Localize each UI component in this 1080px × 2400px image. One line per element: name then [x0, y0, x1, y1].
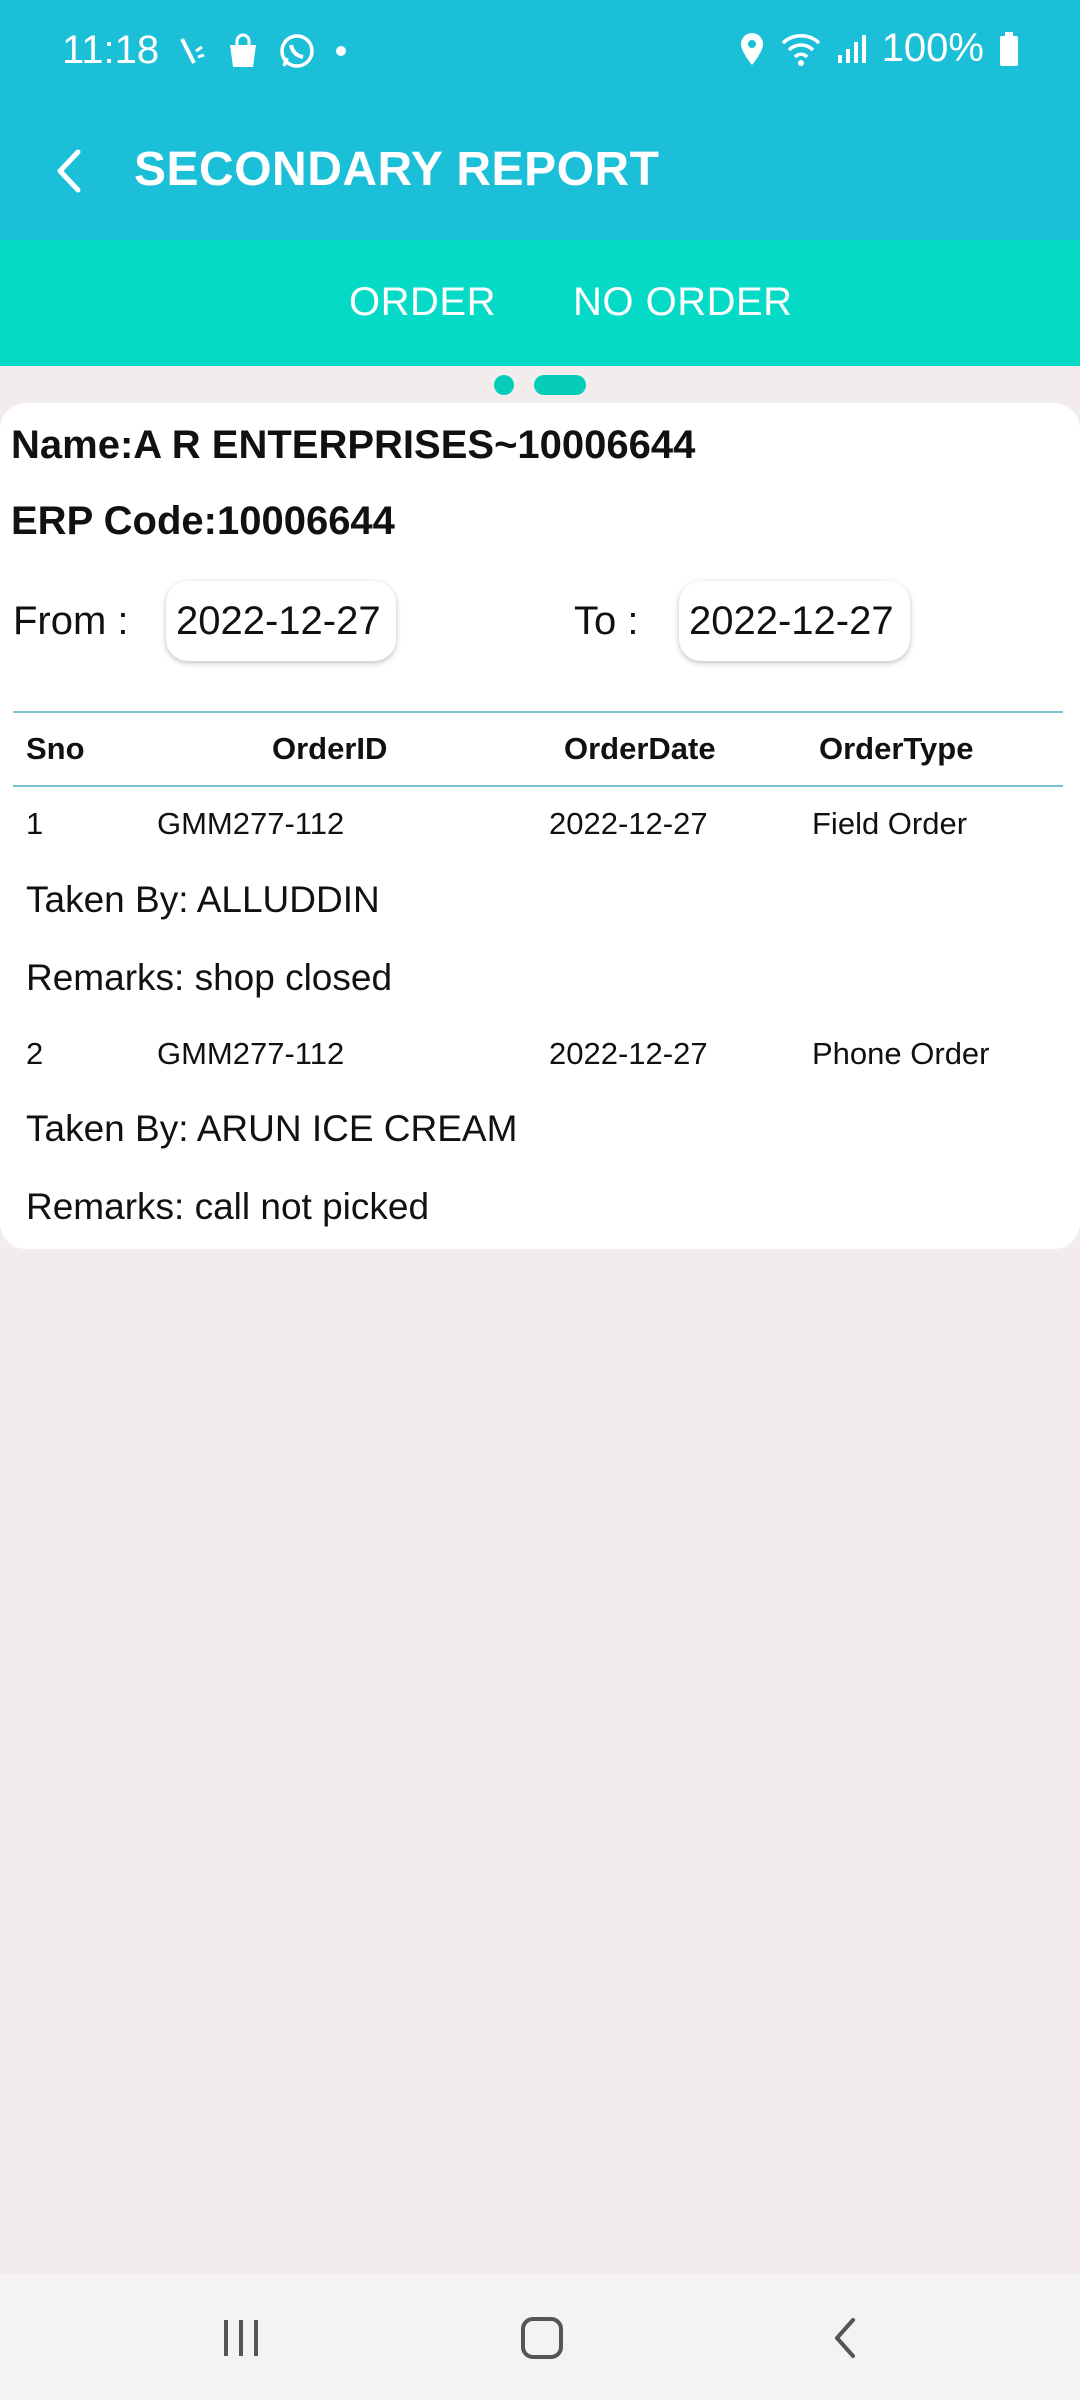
back-button[interactable]: [40, 136, 100, 206]
recents-button[interactable]: [196, 2298, 286, 2378]
dot-icon: [334, 44, 348, 58]
header-order-type: OrderType: [819, 731, 974, 766]
missed-call-icon: [178, 33, 208, 69]
back-nav-button[interactable]: [800, 2298, 890, 2378]
status-time: 11:18: [62, 28, 160, 72]
status-bar: 11:18 100%: [0, 0, 1080, 106]
wifi-icon: [780, 31, 822, 67]
battery-percent: 100%: [881, 26, 984, 70]
customer-name: Name:A R ENTERPRISES~10006644: [11, 423, 696, 467]
row-remarks: Remarks: shop closed: [26, 957, 393, 998]
to-date-field[interactable]: 2022-12-27: [679, 581, 910, 661]
chevron-left-icon: [57, 149, 81, 193]
system-status: 100%: [738, 26, 1020, 71]
row-order-date: 2022-12-27: [549, 806, 708, 841]
table-divider-header: [13, 785, 1063, 787]
row-taken-by: Taken By: ARUN ICE CREAM: [26, 1108, 518, 1149]
report-card: Name:A R ENTERPRISES~10006644 ERP Code:1…: [0, 403, 1080, 1249]
location-icon: [738, 31, 766, 67]
to-label: To :: [574, 599, 639, 643]
row-remarks: Remarks: call not picked: [26, 1186, 430, 1227]
tab-bar: ORDER NO ORDER: [0, 240, 1080, 366]
row-sno: 2: [26, 1036, 44, 1071]
signal-icon: [836, 33, 868, 65]
home-icon: [521, 2317, 563, 2359]
row-taken-by: Taken By: ALLUDDIN: [26, 879, 380, 920]
row-order-id: GMM277-112: [157, 1036, 345, 1071]
system-nav-bar: [0, 2274, 1080, 2400]
table-divider-top: [13, 711, 1063, 713]
home-button[interactable]: [497, 2298, 587, 2378]
row-sno: 1: [26, 806, 44, 841]
erp-code: ERP Code:10006644: [11, 499, 395, 543]
recents-icon: [224, 2320, 258, 2356]
page-indicator: [0, 373, 1080, 395]
row-order-type: Field Order: [812, 806, 968, 841]
header-order-date: OrderDate: [564, 731, 716, 766]
row-order-date: 2022-12-27: [549, 1036, 708, 1071]
page-indicator-active[interactable]: [534, 375, 586, 395]
back-icon: [835, 2318, 855, 2358]
from-label: From :: [13, 599, 129, 643]
app-bar: SECONDARY REPORT: [0, 106, 1080, 240]
page-indicator-dot[interactable]: [494, 375, 514, 395]
row-order-type: Phone Order: [812, 1036, 990, 1071]
header-sno: Sno: [26, 731, 85, 766]
shopping-bag-icon: [226, 33, 260, 69]
page-title: SECONDARY REPORT: [134, 143, 660, 196]
tab-order[interactable]: ORDER: [349, 280, 496, 325]
from-date-field[interactable]: 2022-12-27: [166, 581, 396, 661]
notification-icons: [178, 32, 348, 70]
row-order-id: GMM277-112: [157, 806, 345, 841]
header-order-id: OrderID: [272, 731, 388, 766]
whatsapp-icon: [278, 32, 316, 70]
tab-no-order[interactable]: NO ORDER: [573, 280, 793, 325]
battery-icon: [998, 31, 1020, 67]
